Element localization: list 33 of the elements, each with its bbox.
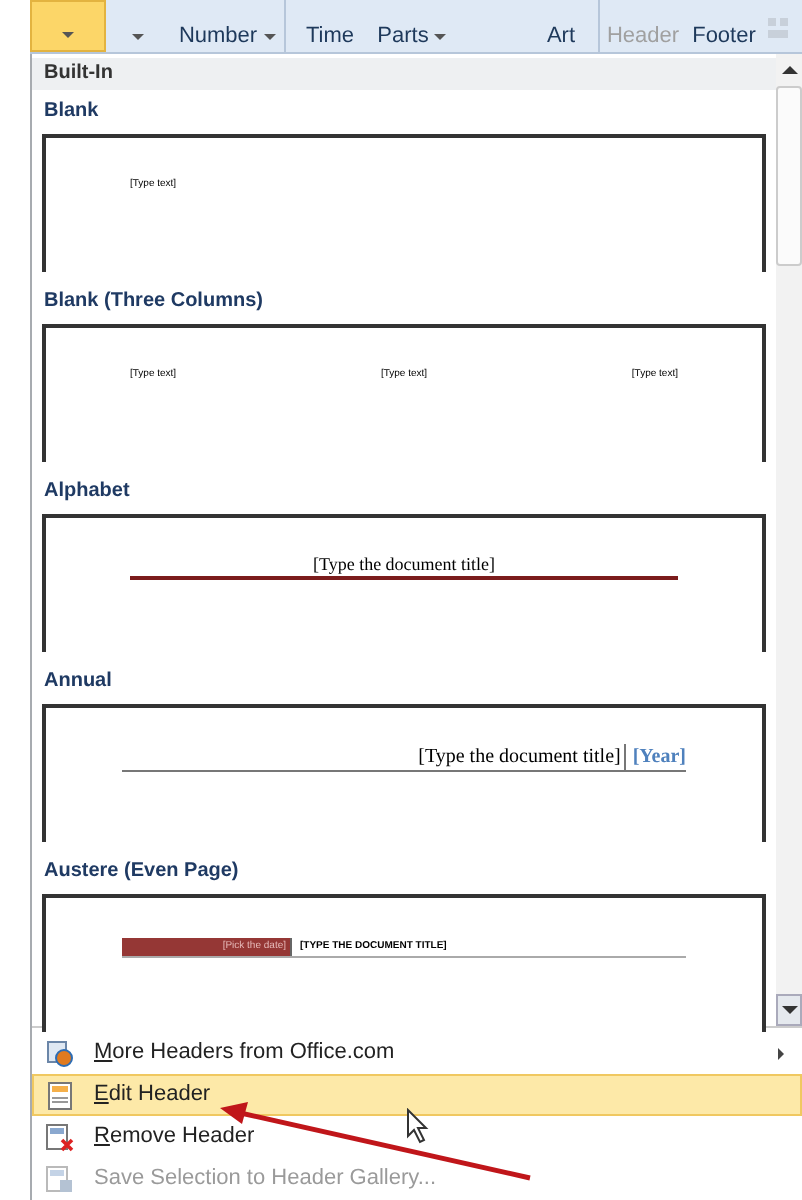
menu-item[interactable]: More Headers from Office.com xyxy=(32,1032,802,1074)
header-preview[interactable]: [Type the document title] xyxy=(42,514,766,652)
ribbon-button[interactable]: Parts xyxy=(374,0,450,52)
gallery-item-title: Annual xyxy=(42,668,114,696)
scroll-thumb[interactable] xyxy=(776,86,802,266)
menu-item-label: Save Selection to Header Gallery... xyxy=(94,1164,436,1195)
menu-item[interactable]: Edit Header xyxy=(32,1074,802,1116)
ribbon-button[interactable]: Time xyxy=(286,0,374,52)
mouse-cursor-icon xyxy=(406,1108,430,1144)
preview-text: [Type the document title] xyxy=(312,554,496,576)
page-delete-icon xyxy=(46,1123,74,1151)
gallery-item-title: Austere (Even Page) xyxy=(42,858,241,886)
ribbon-button[interactable]: Number xyxy=(170,0,286,52)
ribbon-icon[interactable] xyxy=(766,16,790,40)
menu-item[interactable]: Remove Header xyxy=(32,1116,802,1158)
ribbon-button[interactable]: Footer xyxy=(686,0,762,52)
page-save-icon xyxy=(46,1165,74,1193)
menu-item-label: More Headers from Office.com xyxy=(94,1038,395,1069)
scroll-down-icon[interactable] xyxy=(776,994,802,1026)
preview-text: [Year] xyxy=(632,744,686,770)
gallery-item-title: Blank (Three Columns) xyxy=(42,288,265,316)
gallery-heading: Built-In xyxy=(32,58,776,90)
scrollbar[interactable] xyxy=(776,54,802,1026)
ribbon-button[interactable] xyxy=(30,0,106,52)
preview-text: [Type the document title] xyxy=(418,744,627,770)
ribbon-button[interactable]: Art xyxy=(524,0,600,52)
menu-item-label: Edit Header xyxy=(94,1080,211,1111)
header-preview[interactable]: [Type the document title] [Year] xyxy=(42,704,766,842)
page-header-icon xyxy=(48,1081,72,1109)
gallery-item-title: Blank xyxy=(42,98,101,126)
gallery-item-title: Alphabet xyxy=(42,478,132,506)
menu-item-label: Remove Header xyxy=(94,1122,255,1153)
globe-page-icon xyxy=(46,1039,74,1067)
